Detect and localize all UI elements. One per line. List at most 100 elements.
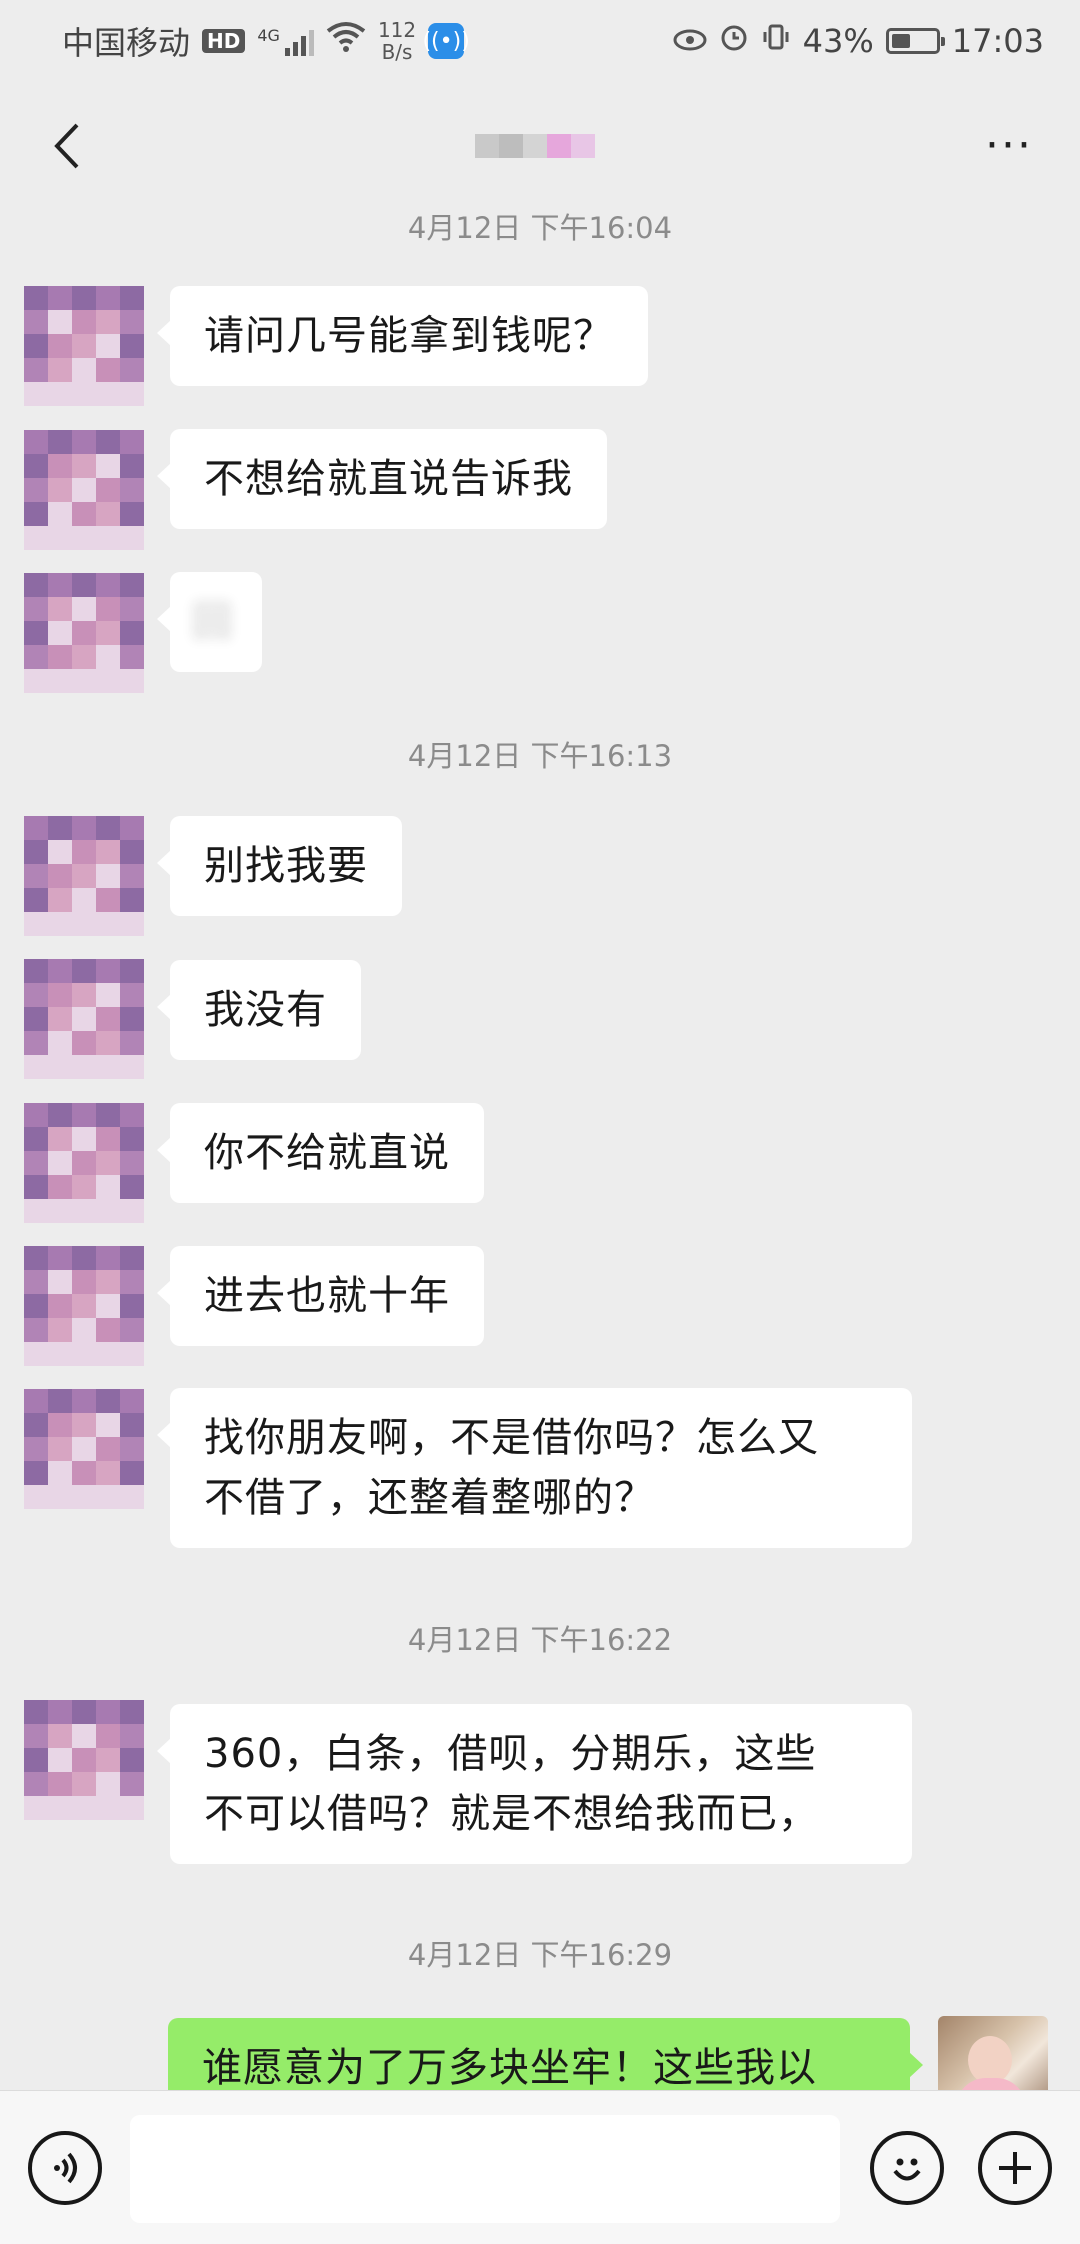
contact-avatar[interactable] (24, 430, 144, 550)
avatar-pixel (48, 1796, 72, 1820)
avatar-pixel (96, 1461, 120, 1485)
message-text-line: 找你朋友啊，不是借你吗？怎么又 (204, 1415, 819, 1461)
voice-icon (54, 2152, 77, 2184)
contact-avatar[interactable] (24, 1700, 144, 1820)
message-bubble[interactable]: 请问几号能拿到钱呢？ (157, 286, 648, 386)
avatar-pixel (24, 1103, 48, 1127)
avatar-pixel (48, 1485, 72, 1509)
contact-avatar[interactable] (24, 286, 144, 406)
message-bubble[interactable]: 我没有 (157, 960, 361, 1060)
avatar-pixel (96, 1748, 120, 1772)
avatar-pixel (72, 597, 96, 621)
chevron-left-icon (54, 123, 79, 169)
wifi-icon (326, 21, 366, 61)
plus-icon (999, 2152, 1031, 2184)
back-button[interactable] (36, 116, 96, 176)
network-speed: 112 B/s (378, 19, 416, 63)
message-bubble[interactable]: 不想给就直说告诉我 (157, 429, 607, 529)
avatar-pixel (24, 816, 48, 840)
voice-button[interactable] (28, 2131, 102, 2205)
message-list[interactable]: 4月12日 下午16:04 请问几号能拿到钱呢？ 不想给就直说告诉我 回 4月1… (0, 0, 1080, 2126)
avatar-pixel (48, 310, 72, 334)
message-bubble[interactable]: 360，白条，借呗，分期乐，这些 不可以借吗？就是不想给我而已， (157, 1704, 912, 1864)
avatar-pixel (120, 286, 144, 310)
avatar-pixel (48, 1199, 72, 1223)
avatar-pixel (96, 1031, 120, 1055)
avatar-pixel (96, 1246, 120, 1270)
avatar-pixel (72, 864, 96, 888)
contact-avatar[interactable] (24, 959, 144, 1079)
avatar-pixel (24, 286, 48, 310)
avatar-pixel (24, 597, 48, 621)
contact-avatar[interactable] (24, 573, 144, 693)
title-pixel (547, 134, 571, 158)
avatar-pixel (72, 816, 96, 840)
avatar-pixel (72, 382, 96, 406)
avatar-pixel (120, 597, 144, 621)
avatar-pixel (72, 1724, 96, 1748)
avatar-pixel (24, 1772, 48, 1796)
avatar-pixel (24, 1748, 48, 1772)
timestamp: 4月12日 下午16:29 (407, 1938, 673, 1972)
avatar-pixel (72, 983, 96, 1007)
avatar-pixel (72, 454, 96, 478)
avatar-pixel (72, 430, 96, 454)
avatar-pixel (48, 1342, 72, 1366)
avatar-pixel (96, 1007, 120, 1031)
message-bubble[interactable]: 你不给就直说 (157, 1103, 484, 1203)
contact-avatar[interactable] (24, 816, 144, 936)
message-text: 别找我要 (204, 843, 368, 889)
avatar-pixel (96, 454, 120, 478)
contact-avatar[interactable] (24, 1389, 144, 1509)
emoji-button[interactable] (870, 2131, 944, 2205)
avatar-pixel (96, 669, 120, 693)
avatar-pixel (96, 983, 120, 1007)
avatar-pixel (48, 358, 72, 382)
avatar-pixel (24, 1413, 48, 1437)
contact-avatar[interactable] (24, 1246, 144, 1366)
avatar-pixel (48, 912, 72, 936)
message-bubble[interactable]: 进去也就十年 (157, 1246, 484, 1346)
avatar-pixel (120, 1318, 144, 1342)
avatar-pixel (48, 573, 72, 597)
plus-button[interactable] (978, 2131, 1052, 2205)
avatar-pixel (72, 1007, 96, 1031)
message-bubble[interactable]: 找你朋友啊，不是借你吗？怎么又 不借了，还整着整哪的？ (157, 1388, 912, 1548)
avatar-pixel (24, 912, 48, 936)
avatar-pixel (24, 478, 48, 502)
avatar-pixel (96, 310, 120, 334)
avatar-pixel (120, 1127, 144, 1151)
avatar-pixel (72, 526, 96, 550)
avatar-pixel (96, 1700, 120, 1724)
eye-icon (673, 22, 707, 60)
avatar-pixel (120, 1724, 144, 1748)
title-pixel (499, 134, 523, 158)
timestamp: 4月12日 下午16:13 (407, 739, 673, 773)
avatar-pixel (120, 1700, 144, 1724)
avatar-pixel (48, 502, 72, 526)
message-bubble[interactable]: 回 (157, 572, 262, 672)
avatar-pixel (48, 621, 72, 645)
avatar-pixel (96, 888, 120, 912)
avatar-pixel (120, 1007, 144, 1031)
avatar-pixel (96, 382, 120, 406)
clock: 17:03 (951, 22, 1044, 60)
avatar-pixel (24, 1700, 48, 1724)
avatar-pixel (120, 864, 144, 888)
message-bubble[interactable]: 别找我要 (157, 816, 402, 916)
message-input[interactable] (130, 2115, 840, 2223)
message-text: 进去也就十年 (204, 1273, 450, 1319)
avatar-pixel (24, 1127, 48, 1151)
vibrate-icon (761, 22, 791, 60)
avatar-pixel (96, 1318, 120, 1342)
avatar-pixel (120, 1270, 144, 1294)
avatar-pixel (48, 1748, 72, 1772)
avatar-pixel (72, 912, 96, 936)
contact-avatar[interactable] (24, 1103, 144, 1223)
avatar-pixel (96, 334, 120, 358)
avatar-pixel (48, 1294, 72, 1318)
more-button[interactable]: ··· (974, 124, 1044, 168)
avatar-pixel (72, 1055, 96, 1079)
avatar-pixel (120, 888, 144, 912)
avatar-pixel (120, 621, 144, 645)
